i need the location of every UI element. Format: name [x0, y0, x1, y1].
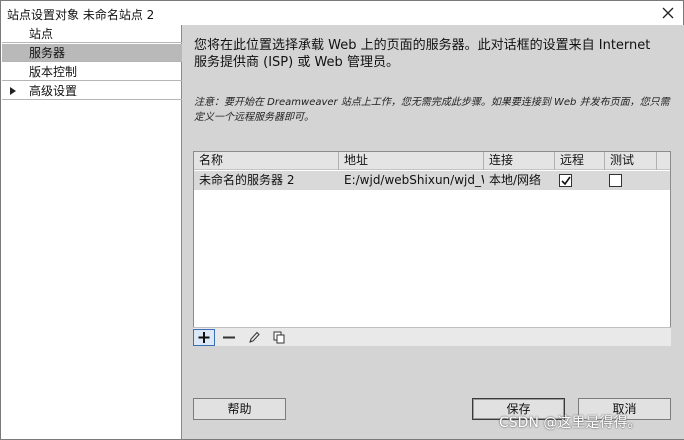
test-checkbox[interactable]: [609, 174, 622, 187]
sidebar-item-advanced-settings[interactable]: 高级设置: [2, 82, 182, 100]
expand-arrow-icon[interactable]: [10, 87, 16, 95]
minus-icon[interactable]: [218, 329, 240, 346]
duplicate-icon[interactable]: [268, 329, 290, 346]
sidebar-item-servers[interactable]: 服务器: [2, 44, 182, 62]
watermark: CSDN @这里是得得。: [499, 415, 642, 431]
sidebar-item-site[interactable]: 站点: [2, 25, 182, 43]
column-header-address[interactable]: 地址: [339, 152, 484, 170]
close-icon[interactable]: [659, 4, 677, 22]
sidebar-item-label: 版本控制: [29, 65, 78, 79]
remote-checkbox[interactable]: [559, 174, 572, 187]
server-address-cell: E:/wjd/webShixun/wjd_W...: [344, 173, 484, 187]
column-header-test[interactable]: 测试: [605, 152, 657, 170]
column-header-name[interactable]: 名称: [194, 152, 339, 170]
intro-text: 您将在此位置选择承载 Web 上的页面的服务器。此对话框的设置来自 Intern…: [194, 38, 651, 70]
pencil-icon[interactable]: [243, 329, 265, 346]
server-table: 名称 地址 连接 远程 测试 未命名的服务器 2 E:/wjd/webShixu…: [193, 151, 671, 346]
sidebar-item-label: 站点: [29, 27, 54, 41]
plus-icon[interactable]: [193, 329, 215, 346]
note-text: 注意：要开始在 Dreamweaver 站点上工作，您无需完成此步骤。如果要连接…: [194, 97, 670, 123]
site-setup-dialog: 站点设置对象 未命名站点 2 站点 服务器 版本控制 高级设置 您将在此位置选择…: [0, 0, 684, 440]
column-header-connection[interactable]: 连接: [484, 152, 555, 170]
help-button[interactable]: 帮助: [193, 398, 286, 420]
sidebar-item-label: 高级设置: [29, 84, 78, 98]
server-connection-cell: 本地/网络: [489, 173, 542, 187]
table-header: 名称 地址 连接 远程 测试: [194, 152, 670, 170]
main-panel: 您将在此位置选择承载 Web 上的页面的服务器。此对话框的设置来自 Intern…: [182, 25, 684, 439]
sidebar: 站点 服务器 版本控制 高级设置: [2, 25, 182, 439]
sidebar-item-version-control[interactable]: 版本控制: [2, 63, 182, 81]
column-header-remote[interactable]: 远程: [555, 152, 605, 170]
window-title: 站点设置对象 未命名站点 2: [7, 8, 155, 22]
title-bar: 站点设置对象 未命名站点 2: [1, 1, 683, 25]
server-name-cell: 未命名的服务器 2: [199, 173, 295, 187]
table-row[interactable]: 未命名的服务器 2 E:/wjd/webShixun/wjd_W... 本地/网…: [194, 171, 670, 190]
sidebar-item-label: 服务器: [29, 46, 66, 60]
server-toolbar: [193, 327, 671, 346]
